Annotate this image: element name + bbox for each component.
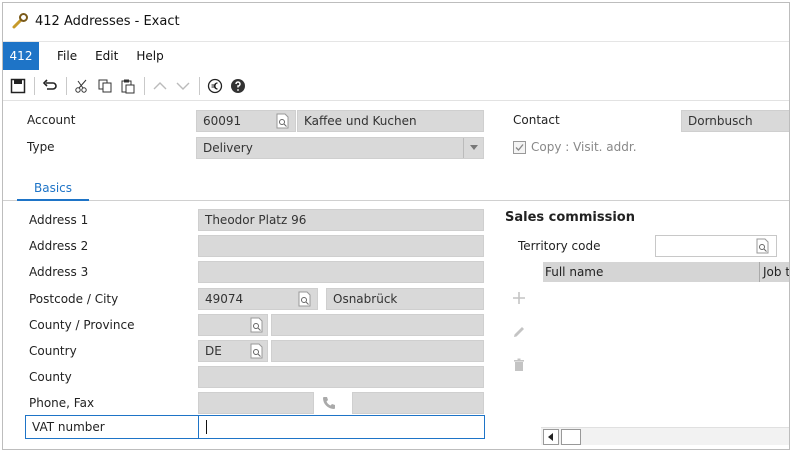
account-label: Account bbox=[27, 113, 76, 127]
county-label: County bbox=[29, 370, 72, 384]
menu-edit[interactable]: Edit bbox=[95, 49, 118, 63]
column-full-name[interactable]: Full name bbox=[545, 265, 603, 279]
territory-code-label: Territory code bbox=[518, 239, 601, 253]
copy-checkbox[interactable] bbox=[513, 141, 526, 154]
wrench-icon bbox=[11, 12, 29, 30]
menu-help-label: Help bbox=[136, 48, 164, 63]
copy-icon[interactable] bbox=[94, 75, 116, 97]
paste-icon[interactable] bbox=[117, 75, 139, 97]
postcode-city-label: Postcode / City bbox=[29, 292, 119, 306]
text-cursor bbox=[206, 420, 207, 434]
lookup-icon[interactable] bbox=[273, 111, 293, 131]
account-code-value: 60091 bbox=[203, 114, 242, 128]
country-value: DE bbox=[205, 344, 222, 358]
postcode-value: 49074 bbox=[205, 292, 244, 306]
help-icon[interactable] bbox=[227, 75, 249, 97]
address2-field[interactable] bbox=[198, 235, 484, 257]
title-bar: 412 Addresses - Exact bbox=[3, 3, 789, 39]
menu-help[interactable]: Help bbox=[136, 49, 163, 63]
sales-grid-header: Full name Job t bbox=[543, 262, 789, 282]
contact-field[interactable]: Dornbusch bbox=[681, 110, 789, 132]
chevron-up-icon[interactable] bbox=[149, 75, 171, 97]
tab-basics[interactable]: Basics bbox=[17, 179, 89, 201]
undo-icon[interactable] bbox=[39, 75, 61, 97]
contact-label: Contact bbox=[513, 113, 560, 127]
dropdown-arrow-icon[interactable] bbox=[463, 138, 483, 158]
city-field[interactable]: Osnabrück bbox=[326, 288, 484, 310]
address3-field[interactable] bbox=[198, 261, 484, 283]
toolbar-divider bbox=[144, 76, 145, 95]
cut-icon[interactable] bbox=[71, 75, 93, 97]
vat-divider bbox=[198, 416, 199, 438]
type-select[interactable]: Delivery bbox=[196, 137, 484, 159]
phone-icon[interactable] bbox=[319, 393, 339, 413]
lookup-icon[interactable] bbox=[247, 315, 267, 335]
county-province-name-field bbox=[271, 314, 484, 336]
menu-file[interactable]: File bbox=[57, 49, 77, 63]
lookup-icon[interactable] bbox=[295, 289, 315, 309]
lookup-icon[interactable] bbox=[753, 236, 773, 256]
type-label: Type bbox=[27, 140, 55, 154]
city-value: Osnabrück bbox=[333, 292, 398, 306]
delete-trash-icon[interactable] bbox=[509, 355, 529, 375]
lookup-icon[interactable] bbox=[247, 341, 267, 361]
tab-basics-label: Basics bbox=[33, 181, 73, 195]
county-province-label: County / Province bbox=[29, 318, 135, 332]
fax-field[interactable] bbox=[352, 392, 484, 414]
toolbar-divider bbox=[66, 76, 67, 95]
contact-value: Dornbusch bbox=[688, 114, 753, 128]
sales-commission-title: Sales commission bbox=[505, 210, 635, 225]
address1-label: Address 1 bbox=[29, 213, 89, 227]
menu-bar: 412 File Edit Help bbox=[3, 41, 789, 70]
phone-field[interactable] bbox=[198, 392, 314, 414]
app-window: 412 Addresses - Exact 412 File Edit Help… bbox=[2, 2, 790, 450]
euro-icon[interactable] bbox=[204, 75, 226, 97]
scroll-left-icon[interactable] bbox=[543, 429, 559, 445]
address1-value: Theodor Platz 96 bbox=[205, 213, 307, 227]
address2-label: Address 2 bbox=[29, 239, 89, 253]
account-name-field: Kaffee und Kuchen bbox=[297, 110, 484, 132]
toolbar-divider bbox=[34, 76, 35, 95]
account-name-value: Kaffee und Kuchen bbox=[304, 114, 417, 128]
county-field[interactable] bbox=[198, 366, 484, 388]
app-badge[interactable]: 412 bbox=[3, 41, 39, 70]
column-job-title[interactable]: Job t bbox=[763, 265, 789, 279]
country-name-field bbox=[271, 340, 484, 362]
tab-bar: Basics bbox=[3, 175, 789, 201]
menu-edit-label: Edit bbox=[95, 48, 119, 63]
copy-checkbox-label: Copy : Visit. addr. bbox=[531, 140, 637, 154]
toolbar-divider bbox=[199, 76, 200, 95]
horizontal-scrollbar[interactable] bbox=[541, 427, 789, 445]
window-title: 412 Addresses - Exact bbox=[35, 13, 180, 29]
address1-field[interactable]: Theodor Platz 96 bbox=[198, 209, 484, 231]
vat-number-row[interactable]: VAT number bbox=[25, 415, 485, 439]
scroll-thumb[interactable] bbox=[561, 429, 581, 445]
address3-label: Address 3 bbox=[29, 265, 89, 279]
column-divider bbox=[759, 262, 760, 282]
type-value: Delivery bbox=[203, 141, 253, 155]
chevron-down-icon[interactable] bbox=[172, 75, 194, 97]
add-icon[interactable] bbox=[509, 288, 529, 308]
edit-pencil-icon[interactable] bbox=[509, 322, 529, 342]
country-label: Country bbox=[29, 344, 77, 358]
phone-fax-label: Phone, Fax bbox=[29, 396, 95, 410]
vat-number-label: VAT number bbox=[32, 420, 105, 434]
save-icon[interactable] bbox=[7, 75, 29, 97]
toolbar bbox=[3, 71, 789, 101]
menu-file-label: File bbox=[57, 48, 78, 63]
